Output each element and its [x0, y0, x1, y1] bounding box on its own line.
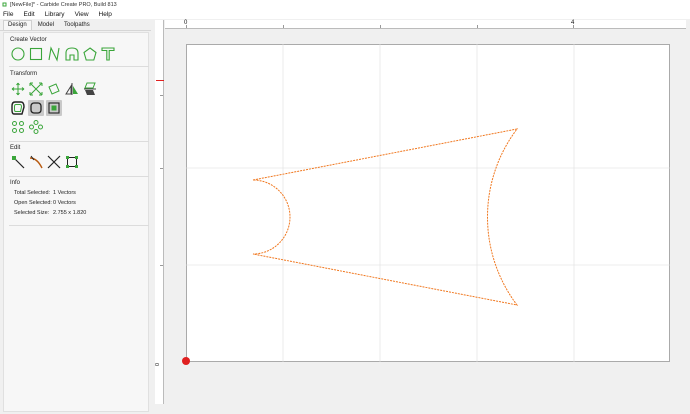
align-tool-button[interactable]: [82, 81, 98, 97]
horizontal-scrollbar[interactable]: [155, 404, 690, 414]
grid-array-icon: [29, 120, 43, 134]
scale-tool-button[interactable]: [28, 81, 44, 97]
circle-tool-button[interactable]: [10, 46, 26, 62]
info-label: Open Selected:: [14, 200, 52, 206]
info-selected-size: Selected Size: 2.755 x 1.820: [14, 210, 86, 216]
smooth-icon: [29, 155, 43, 169]
polygon-icon: [83, 47, 97, 61]
smooth-tool-button[interactable]: [28, 154, 44, 170]
vertical-scrollbar[interactable]: [686, 20, 690, 404]
ruler-tick: [186, 25, 187, 28]
panel-tabs: Design Model Toolpaths: [0, 20, 151, 31]
ruler-tick: [380, 25, 381, 28]
polygon-tool-button[interactable]: [82, 46, 98, 62]
edit-nodes-tool-button[interactable]: [10, 154, 26, 170]
divider: [9, 176, 149, 177]
menu-help[interactable]: Help: [98, 11, 113, 18]
mirror-tool-button[interactable]: [64, 81, 80, 97]
ruler-tick: [283, 25, 284, 28]
grid-lines: [186, 44, 670, 362]
divider: [9, 66, 149, 67]
ruler-tick: [160, 95, 163, 96]
trim-icon: [47, 155, 61, 169]
fillet-tool-button[interactable]: [28, 100, 44, 116]
mirror-icon: [65, 83, 78, 95]
boolean-icon: [48, 102, 60, 114]
menu-view[interactable]: View: [74, 11, 90, 18]
rotate-tool-button[interactable]: [46, 81, 62, 97]
rotate-icon: [48, 83, 60, 95]
design-canvas[interactable]: [186, 44, 670, 362]
tab-toolpaths[interactable]: Toolpaths: [60, 21, 94, 30]
curve-icon: [48, 46, 60, 62]
move-tool-button[interactable]: [10, 81, 26, 97]
trim-tool-button[interactable]: [46, 154, 62, 170]
edit-title: Edit: [10, 145, 21, 151]
grid-array-tool-button[interactable]: [28, 119, 44, 135]
ruler-cursor-marker: [156, 80, 164, 81]
create-vector-title: Create Vector: [10, 37, 47, 43]
design-panel: Design Model Toolpaths Create Vector Tra…: [0, 20, 151, 414]
origin-marker: [182, 357, 190, 365]
menu-edit[interactable]: Edit: [22, 11, 35, 18]
curve-tool-button[interactable]: [46, 46, 62, 62]
transform-title: Transform: [10, 71, 38, 77]
panel-body: Create Vector Transform Edit Info Total …: [3, 32, 149, 412]
info-title: Info: [10, 180, 21, 186]
divider: [9, 225, 149, 226]
info-value: 1 Vectors: [53, 190, 76, 196]
menu-file[interactable]: File: [2, 11, 14, 18]
polyline-icon: [65, 47, 79, 61]
title-bar: [NewFile]* - Carbide Create PRO, Build 8…: [0, 0, 690, 9]
info-value: 2.755 x 1.820: [53, 210, 87, 216]
selected-vector[interactable]: [252, 128, 519, 306]
rectangle-icon: [29, 47, 43, 61]
rectangle-tool-button[interactable]: [28, 46, 44, 62]
circular-array-icon: [12, 121, 24, 133]
align-icon: [84, 82, 96, 95]
info-label: Selected Size:: [14, 210, 50, 216]
menu-bar: File Edit Library View Help: [0, 9, 690, 19]
info-label: Total Selected:: [14, 190, 51, 196]
text-icon: [101, 47, 115, 61]
polyline-tool-button[interactable]: [64, 46, 80, 62]
app-logo-icon: [2, 2, 7, 7]
info-total-selected: Total Selected: 1 Vectors: [14, 190, 76, 196]
info-open-selected: Open Selected: 0 Vectors: [14, 200, 76, 206]
text-tool-button[interactable]: [100, 46, 116, 62]
horizontal-ruler: 0 4: [165, 20, 686, 29]
divider: [9, 141, 149, 142]
offset-icon: [11, 101, 25, 115]
window-title: [NewFile]* - Carbide Create PRO, Build 8…: [10, 1, 117, 8]
info-value: 0 Vectors: [53, 200, 76, 206]
scale-icon: [29, 82, 43, 96]
menu-library[interactable]: Library: [44, 11, 66, 18]
vertical-ruler: 0: [155, 20, 164, 404]
boolean-tool-button[interactable]: [46, 100, 62, 116]
ruler-tick: [160, 265, 163, 266]
circle-icon: [11, 47, 25, 61]
join-icon: [66, 156, 78, 168]
move-icon: [11, 82, 25, 96]
offset-tool-button[interactable]: [10, 100, 26, 116]
ruler-tick: [160, 168, 163, 169]
fillet-icon: [30, 102, 42, 114]
join-tool-button[interactable]: [64, 154, 80, 170]
ruler-label-0: 0: [155, 362, 161, 366]
ruler-tick: [573, 25, 574, 28]
circular-array-tool-button[interactable]: [10, 119, 26, 135]
tab-design[interactable]: Design: [3, 20, 32, 30]
tab-model[interactable]: Model: [34, 21, 58, 30]
edit-nodes-icon: [12, 156, 25, 169]
ruler-tick: [477, 25, 478, 28]
app-window: [NewFile]* - Carbide Create PRO, Build 8…: [0, 0, 690, 414]
